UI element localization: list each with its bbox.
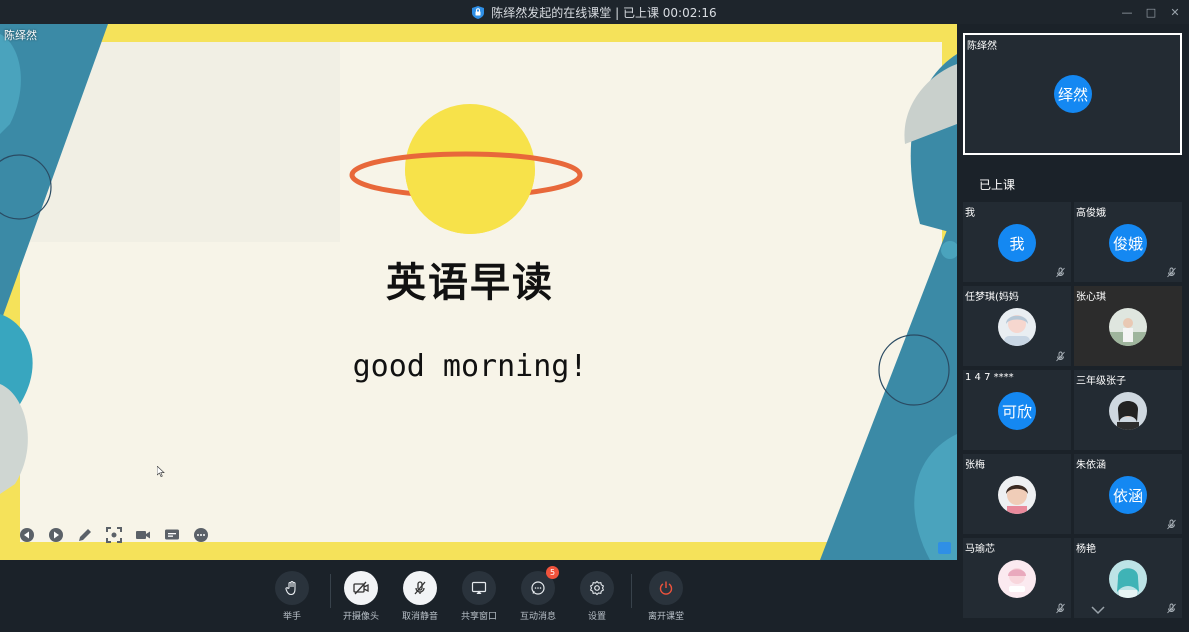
student-avatar: 可欣 [998,392,1036,430]
caption-icon[interactable] [163,526,181,544]
screen-share-icon [462,571,496,605]
student-tile[interactable]: 我 我 [963,202,1071,282]
student-photo [998,308,1036,346]
mic-muted-icon [1167,603,1176,614]
student-tile[interactable]: 任梦琪(妈妈 [963,286,1071,366]
video-camera-icon[interactable] [134,526,152,544]
student-tile[interactable]: 朱依涵 依涵 [1074,454,1182,534]
mic-muted-icon [1056,603,1065,614]
camera-off-icon [344,571,378,605]
student-tile[interactable]: 三年级张子 [1074,370,1182,450]
mic-muted-icon [1167,267,1176,278]
shield-lock-icon [472,5,485,19]
power-icon [649,571,683,605]
raise-hand-button[interactable]: 举手 [262,571,322,622]
slide-subtitle: good morning! [352,349,588,384]
mic-off-icon [403,571,437,605]
maximize-button[interactable]: □ [1141,6,1161,19]
presentation-stage[interactable]: 陈绎然 英语早读 good morning! [0,24,957,560]
pen-icon[interactable] [76,526,94,544]
student-avatar: 俊娥 [1109,224,1147,262]
close-button[interactable]: ✕ [1165,6,1185,19]
student-tile[interactable]: 1 4 7 **** 可欣 [963,370,1071,450]
student-tile[interactable]: 高俊娥 俊娥 [1074,202,1182,282]
teacher-video-tile[interactable]: 陈绎然 绎然 [963,33,1182,155]
camera-on-button[interactable]: 开摄像头 [331,571,391,622]
mouse-cursor-icon [156,462,165,481]
student-photo [1109,560,1147,598]
bottom-toolbar: 举手 开摄像头 取消静音 共享窗口 5 互动消息 设置 离开课堂 [0,560,957,632]
student-photo [998,476,1036,514]
interactive-messages-button[interactable]: 5 互动消息 [508,566,568,622]
student-tile[interactable]: 张心琪 [1074,286,1182,366]
participant-panel: 陈绎然 绎然 已上课 我 我 高俊娥 俊娥 任梦琪(妈妈 张心琪 1 4 7 *… [957,24,1189,632]
student-photo [998,560,1036,598]
teacher-name: 陈绎然 [967,41,997,52]
slide-tools [18,526,210,544]
student-tile[interactable]: 马瑜芯 [963,538,1071,618]
slide-title: 英语早读 [386,260,554,306]
student-photo [1109,392,1147,430]
screenshot-icon[interactable] [105,526,123,544]
minimize-button[interactable]: — [1117,6,1137,19]
leave-class-button[interactable]: 离开课堂 [636,571,696,622]
chevron-down-icon[interactable] [1090,604,1106,616]
prev-page-icon[interactable] [18,526,36,544]
classroom-app: 陈绎然发起的在线课堂 | 已上课 00:02:16 — □ ✕ 陈绎然 英语早读… [0,0,1189,632]
presenter-name: 陈绎然 [4,29,37,42]
next-page-icon[interactable] [47,526,65,544]
title-bar: 陈绎然发起的在线课堂 | 已上课 00:02:16 — □ ✕ [0,0,1189,24]
student-avatar: 依涵 [1109,476,1147,514]
share-window-button[interactable]: 共享窗口 [449,571,509,622]
toolbar-separator [631,574,632,608]
settings-button[interactable]: 设置 [567,571,627,622]
student-photo [1109,308,1147,346]
student-tile[interactable]: 张梅 [963,454,1071,534]
chat-bubble-icon[interactable] [938,542,951,554]
mic-muted-icon [1056,267,1065,278]
more-icon[interactable] [192,526,210,544]
teacher-avatar: 绎然 [1054,75,1092,113]
window-title: 陈绎然发起的在线课堂 | 已上课 00:02:16 [491,5,717,20]
student-avatar: 我 [998,224,1036,262]
hand-icon [275,571,309,605]
unmute-button[interactable]: 取消静音 [390,571,450,622]
class-status: 已上课 [979,178,1016,192]
gear-icon [580,571,614,605]
message-count-badge: 5 [546,566,559,579]
mic-muted-icon [1167,519,1176,530]
window-controls: — □ ✕ [1117,0,1185,24]
mic-muted-icon [1056,351,1065,362]
message-icon: 5 [521,566,559,605]
